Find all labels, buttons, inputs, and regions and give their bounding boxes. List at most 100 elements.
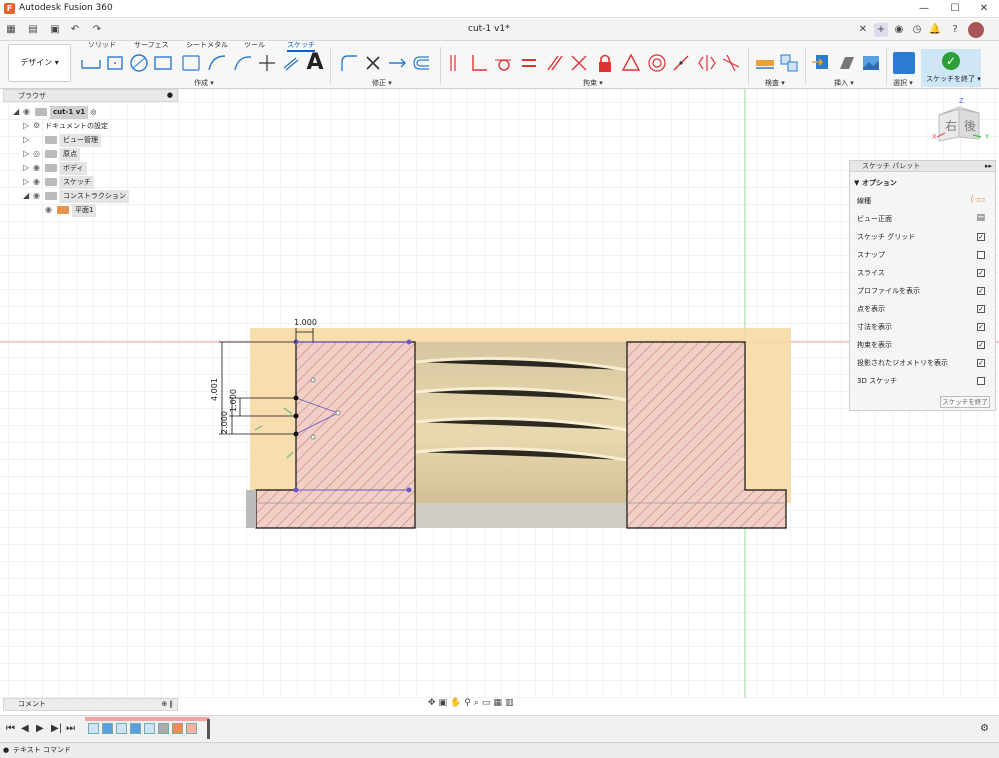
- tree-item-view-manager[interactable]: ▷ ビュー管理: [23, 133, 101, 147]
- collapse-panel-icon[interactable]: ●: [167, 91, 173, 99]
- grid-settings-icon[interactable]: ▦: [493, 698, 505, 708]
- inspect-group-label[interactable]: 検査 ▾: [765, 78, 785, 88]
- timeline-feature-plane[interactable]: [172, 723, 183, 734]
- line-tool-icon[interactable]: [80, 52, 102, 74]
- show-dimensions-checkbox[interactable]: ✓: [977, 323, 985, 331]
- snap-checkbox[interactable]: [977, 251, 985, 259]
- notifications-icon[interactable]: 🔔: [928, 23, 942, 37]
- visibility-eye-icon[interactable]: ◉: [33, 161, 45, 174]
- tree-item-plane1[interactable]: ◉ 平面1: [45, 203, 97, 217]
- tree-item-origin[interactable]: ▷ ◎ 原点: [23, 147, 80, 161]
- expand-down-icon[interactable]: ◢: [23, 189, 33, 202]
- document-title[interactable]: cut-1 v1*: [468, 24, 510, 34]
- expand-down-icon[interactable]: ◢: [13, 105, 23, 118]
- create-group-label[interactable]: 作成 ▾: [194, 78, 214, 88]
- browser-header[interactable]: ブラウザ ●: [3, 89, 178, 102]
- timeline-end-icon[interactable]: ⏭: [66, 723, 75, 734]
- show-projected-checkbox[interactable]: ✓: [977, 359, 985, 367]
- timeline-forward-icon[interactable]: ▶|: [51, 723, 62, 734]
- file-menu-icon[interactable]: ▤: [26, 23, 40, 37]
- finish-sketch-check-icon[interactable]: ✓: [942, 52, 960, 70]
- tangent-constraint-icon[interactable]: [492, 52, 514, 74]
- visibility-eye-icon[interactable]: ◎: [33, 147, 45, 160]
- expand-right-icon[interactable]: ▷: [23, 133, 33, 146]
- trim-tool-icon[interactable]: [362, 52, 384, 74]
- text-curve-tool-icon[interactable]: [280, 52, 302, 74]
- timeline-feature-thread[interactable]: [158, 723, 169, 734]
- visibility-eye-icon[interactable]: ◉: [23, 105, 35, 118]
- spline-tool-icon[interactable]: [206, 52, 228, 74]
- timeline-settings-icon[interactable]: ⚙: [980, 723, 989, 734]
- pan-icon[interactable]: ✋: [450, 698, 464, 708]
- expand-right-icon[interactable]: ▷: [23, 161, 33, 174]
- rect-corner-tool-icon[interactable]: [152, 52, 174, 74]
- timeline-play-icon[interactable]: ▶: [36, 723, 44, 734]
- curvature-constraint-icon[interactable]: [720, 52, 742, 74]
- symmetry-constraint-icon[interactable]: [696, 52, 718, 74]
- timeline-feature-sketch[interactable]: [88, 723, 99, 734]
- coincident-constraint-icon[interactable]: [446, 52, 468, 74]
- user-avatar[interactable]: [968, 22, 984, 38]
- tab-surface[interactable]: サーフェス: [134, 40, 169, 50]
- fillet-tool-icon[interactable]: [338, 52, 360, 74]
- sketch-palette-header[interactable]: スケッチ パレット: [850, 161, 995, 172]
- tree-item-document-settings[interactable]: ▷ ⚙ ドキュメントの設定: [23, 119, 108, 132]
- timeline-feature-revolve[interactable]: [130, 723, 141, 734]
- extensions-icon[interactable]: ◉: [892, 23, 906, 37]
- palette-collapse-icon[interactable]: ▸▸: [985, 162, 992, 170]
- concentric-constraint-icon[interactable]: [646, 52, 668, 74]
- extend-tool-icon[interactable]: [386, 52, 408, 74]
- redo-icon[interactable]: ↷: [90, 23, 104, 37]
- modify-group-label[interactable]: 修正 ▾: [372, 78, 392, 88]
- viewcube[interactable]: 右 後 X Y Z: [932, 97, 989, 143]
- tree-item-bodies[interactable]: ▷ ◉ ボディ: [23, 161, 87, 175]
- undo-icon[interactable]: ↶: [68, 23, 82, 37]
- close-tab-icon[interactable]: ✕: [856, 23, 870, 37]
- close-window-button[interactable]: ✕: [969, 0, 999, 18]
- job-status-icon[interactable]: ◷: [910, 23, 924, 37]
- timeline-feature-extrude[interactable]: [102, 723, 113, 734]
- parallel-constraint-icon[interactable]: [544, 52, 566, 74]
- orbit-icon[interactable]: ✥: [428, 698, 439, 708]
- tab-sheetmetal[interactable]: シートメタル: [186, 40, 228, 50]
- circle-tool-icon[interactable]: [128, 52, 150, 74]
- insert-derive-icon[interactable]: [810, 52, 832, 74]
- timeline-feature-cut[interactable]: [186, 723, 197, 734]
- finish-sketch-area[interactable]: ✓ スケッチを終了 ▾: [921, 49, 981, 87]
- viewports-icon[interactable]: ▥: [505, 698, 517, 708]
- dim-label-mid[interactable]: 1.000: [229, 389, 238, 412]
- dim-label-left-big[interactable]: 4.001: [210, 378, 219, 401]
- dim-label-left-small[interactable]: 2.000: [220, 411, 229, 434]
- construction-line-icon[interactable]: ⟨ ▭: [970, 196, 985, 205]
- viewcube-face-right[interactable]: 右: [945, 117, 957, 134]
- visibility-eye-icon[interactable]: ◉: [45, 203, 57, 216]
- save-icon[interactable]: ▣: [48, 23, 62, 37]
- horizontal-constraint-icon[interactable]: [670, 52, 692, 74]
- insert-mesh-icon[interactable]: [836, 52, 858, 74]
- minimize-button[interactable]: —: [909, 0, 939, 18]
- interference-tool-icon[interactable]: [778, 52, 800, 74]
- timeline-feature-sketch[interactable]: [116, 723, 127, 734]
- tree-item-root[interactable]: ◢ ◉ cut-1 v1 ◎: [13, 105, 96, 119]
- timeline-start-icon[interactable]: ⏮: [6, 723, 15, 734]
- collinear-constraint-icon[interactable]: [568, 52, 590, 74]
- help-icon[interactable]: ?: [948, 23, 962, 37]
- show-points-checkbox[interactable]: ✓: [977, 305, 985, 313]
- finish-sketch-label[interactable]: スケッチを終了 ▾: [926, 74, 981, 84]
- 3d-sketch-checkbox[interactable]: [977, 377, 985, 385]
- timeline-marker[interactable]: [207, 719, 210, 739]
- select-tool-icon[interactable]: [893, 52, 915, 74]
- show-profile-checkbox[interactable]: ✓: [977, 287, 985, 295]
- rectangle-tool-icon[interactable]: [104, 52, 126, 74]
- equal-constraint-icon[interactable]: [518, 52, 540, 74]
- dim-label-top[interactable]: 1.000: [294, 318, 317, 327]
- timeline-back-icon[interactable]: ◀: [21, 723, 29, 734]
- tab-tools[interactable]: ツール: [244, 40, 265, 50]
- expand-right-icon[interactable]: ▷: [23, 147, 33, 160]
- look-at-icon[interactable]: ▤: [976, 214, 985, 223]
- constraints-group-label[interactable]: 拘束 ▾: [583, 78, 603, 88]
- look-at-nav-icon[interactable]: ▣: [439, 698, 451, 708]
- slice-checkbox[interactable]: ✓: [977, 269, 985, 277]
- display-settings-icon[interactable]: ▭: [482, 698, 494, 708]
- viewcube-face-back[interactable]: 後: [964, 117, 976, 134]
